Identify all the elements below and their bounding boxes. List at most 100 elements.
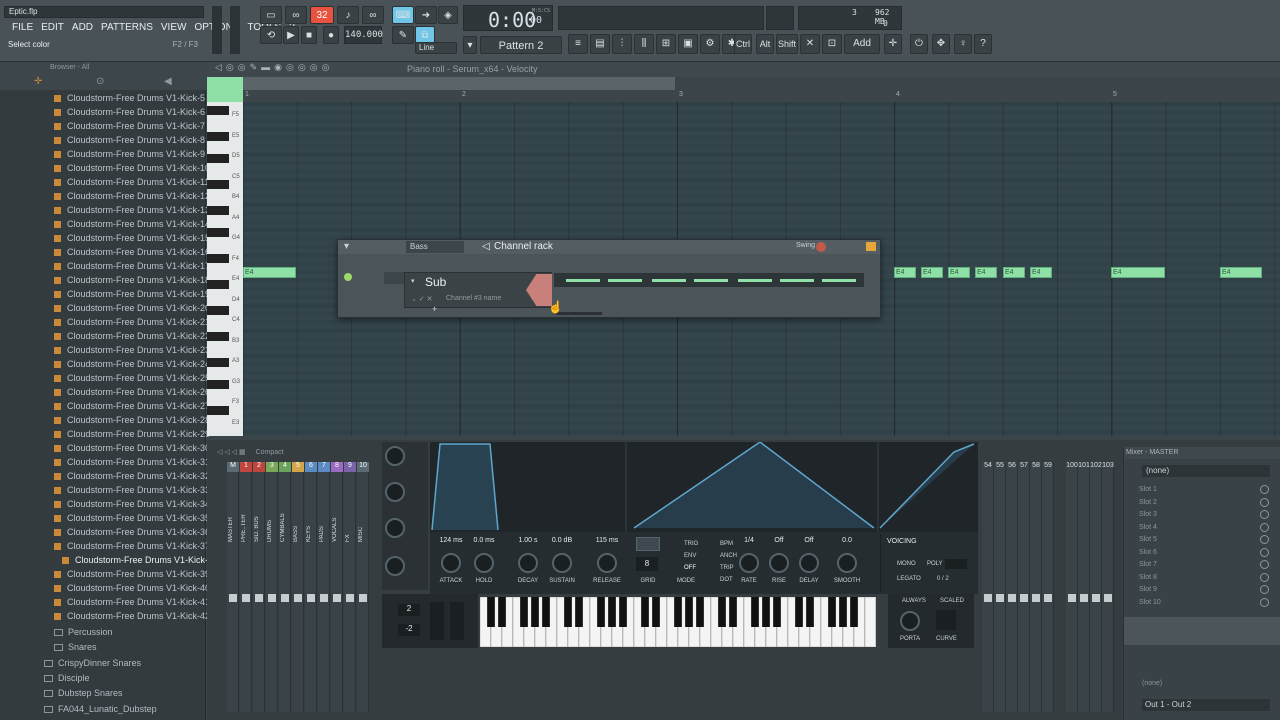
eq-preview[interactable] [1124, 617, 1280, 645]
browser-file-item[interactable]: Cloudstorm-Free Drums V1-Kick-35 [54, 511, 210, 525]
black-key[interactable] [207, 180, 229, 189]
slot-mix-knob[interactable] [1260, 510, 1269, 519]
black-key[interactable] [207, 332, 229, 341]
black-key[interactable] [207, 358, 229, 367]
pitch-down-value[interactable]: -2 [398, 624, 420, 636]
black-key[interactable] [207, 228, 229, 237]
export-icon[interactable]: ⊡ [822, 34, 842, 54]
porta-knob[interactable] [900, 611, 920, 631]
black-key[interactable] [597, 597, 605, 627]
black-key[interactable] [762, 597, 770, 627]
menu-edit[interactable]: EDIT [41, 22, 64, 33]
legato-toggle[interactable]: LEGATO [897, 576, 921, 582]
play-button[interactable]: ▶ [283, 26, 299, 44]
note[interactable]: E4 [894, 267, 916, 278]
mixer-track[interactable]: 100 [1066, 462, 1078, 712]
note[interactable]: E4 [921, 267, 943, 278]
browser-file-item[interactable]: Cloudstorm-Free Drums V1-Kick-42 [54, 609, 210, 623]
plugin-picker-icon[interactable]: ⚙ [700, 34, 720, 54]
mixer-track[interactable]: 103 [1102, 462, 1114, 712]
volume-fader[interactable] [1008, 594, 1016, 602]
pitch-wheel[interactable] [430, 602, 444, 640]
note[interactable]: E4 [975, 267, 997, 278]
macro-knob-4[interactable] [385, 556, 405, 576]
slot-mix-knob[interactable] [1260, 585, 1269, 594]
black-key[interactable] [850, 597, 858, 627]
black-key[interactable] [806, 597, 814, 627]
crosshair-icon[interactable]: ✛ [884, 34, 902, 54]
help-icon[interactable]: ? [974, 34, 992, 54]
browser-folder[interactable]: Percussion [54, 625, 113, 639]
slot-mix-knob[interactable] [1260, 597, 1269, 607]
note[interactable]: E4 [1030, 267, 1052, 278]
browser-file-item[interactable]: Cloudstorm-Free Drums V1-Kick-30 [54, 441, 210, 455]
slot-mix-knob[interactable] [1260, 547, 1269, 557]
serum-keyboard[interactable] [480, 597, 876, 647]
countdown-icon[interactable]: ∞ [362, 6, 384, 24]
insert-slot[interactable]: Slot 3 [1129, 509, 1269, 521]
slot-mix-knob[interactable] [1260, 485, 1269, 494]
volume-fader[interactable] [1020, 594, 1028, 602]
volume-fader[interactable] [984, 594, 992, 602]
black-key[interactable] [718, 597, 726, 627]
black-key[interactable] [207, 406, 229, 415]
channel-name-input[interactable]: Sub [425, 275, 446, 289]
lfo-knob[interactable] [739, 553, 759, 573]
mixer-track[interactable]: 55 [994, 462, 1006, 712]
slot-mix-knob[interactable] [1260, 497, 1269, 507]
insert-slot[interactable]: Slot 6 [1129, 547, 1269, 559]
mod-wheel[interactable] [450, 602, 464, 640]
loop-icon[interactable]: ∞ [285, 6, 307, 24]
browser-file-item[interactable]: Cloudstorm-Free Drums V1-Kick-25 [54, 371, 210, 385]
lfo-knob[interactable] [799, 553, 819, 573]
grid-toggle[interactable] [636, 537, 660, 551]
browser-file-item[interactable]: Cloudstorm-Free Drums V1-Kick-13 F# [54, 203, 223, 217]
macro-knob-3[interactable] [385, 518, 405, 538]
env-option[interactable]: ENV [676, 550, 698, 562]
power-icon[interactable]: ⏻ [910, 34, 928, 54]
browser-file-item[interactable]: Cloudstorm-Free Drums V1-Kick-18 [54, 273, 210, 287]
volume-fader[interactable] [307, 594, 315, 602]
ctrl-button[interactable]: Ctrl [734, 34, 752, 54]
mixer-track-number[interactable] [384, 272, 404, 284]
playlist-icon[interactable]: ≡ [568, 34, 588, 54]
black-key[interactable] [542, 597, 550, 627]
insert-slot[interactable]: Slot 5 [1129, 534, 1269, 546]
black-key[interactable] [207, 206, 229, 215]
browser-speaker-icon[interactable]: ◀ [164, 76, 172, 87]
mixer-track[interactable]: 1 PRE..TER [240, 462, 252, 712]
volume-fader[interactable] [996, 594, 1004, 602]
graph-editor-icon[interactable] [866, 242, 876, 251]
mono-toggle[interactable]: MONO [897, 561, 916, 567]
volume-fader[interactable] [255, 594, 263, 602]
env-knob[interactable] [441, 553, 461, 573]
mixer-track[interactable]: 54 [982, 462, 994, 712]
black-key[interactable] [696, 597, 704, 627]
black-key[interactable] [207, 380, 229, 389]
insert-slot[interactable]: Slot 1 [1129, 484, 1269, 496]
mixer-track[interactable]: 8 VOCALS [331, 462, 343, 712]
typing-keyboard-icon[interactable]: ⌨ [392, 6, 414, 24]
browser-folder[interactable]: Snares [54, 640, 97, 654]
browser-file-item[interactable]: Cloudstorm-Free Drums V1-Kick-39 [54, 567, 210, 581]
black-key[interactable] [487, 597, 495, 627]
add-channel-icon[interactable]: + [432, 304, 437, 314]
mixer-track[interactable]: M MASTER [227, 462, 239, 712]
mixer-track[interactable]: 4 CYMBALS [279, 462, 291, 712]
menu-view[interactable]: VIEW [161, 22, 187, 33]
browser-file-item[interactable]: Cloudstorm-Free Drums V1-Kick-29 [54, 427, 210, 441]
browser-file-item[interactable]: Cloudstorm-Free Drums V1-Kick-15 [54, 231, 210, 245]
insert-slot[interactable]: Slot 8 [1129, 572, 1269, 584]
piano-keyboard[interactable]: F5 E5 D5 C5 B4 A4 G4 F4 E4 D4 C4 B3 A3 G3 F3 E3 [207, 102, 243, 436]
browser-file-item[interactable]: Cloudstorm-Free Drums V1-Kick-11 [54, 175, 209, 189]
legato-value[interactable]: 0 / 2 [937, 576, 949, 582]
time-ruler[interactable]: 1 2 3 4 5 [243, 90, 1280, 102]
browser-folder[interactable]: CrispyDinner Snares [44, 656, 141, 670]
menu-patterns[interactable]: PATTERNS [101, 22, 153, 33]
volume-fader[interactable] [1044, 594, 1052, 602]
lfo-knob[interactable] [837, 553, 857, 573]
browser-file-item[interactable]: Cloudstorm-Free Drums V1-Kick-14 [54, 217, 210, 231]
black-key[interactable] [207, 280, 229, 289]
browser-file-item[interactable]: Cloudstorm-Free Drums V1-Kick-23 [54, 343, 210, 357]
browser-file-item[interactable]: Cloudstorm-Free Drums V1-Kick-32 [54, 469, 210, 483]
